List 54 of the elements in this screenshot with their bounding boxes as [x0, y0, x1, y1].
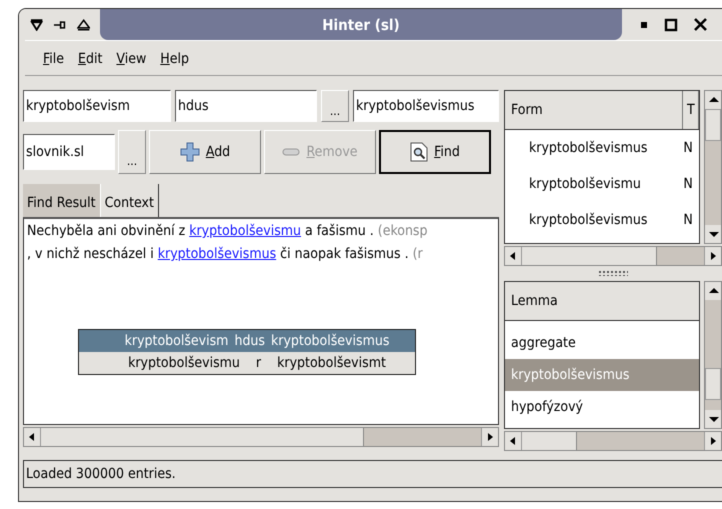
- table-cell-text: N: [682, 140, 694, 156]
- completion-word: kryptobolševismt: [277, 355, 386, 371]
- context-line: Nechyběla ani obvinění z kryptobolševismu a fašismu . (ekonsp: [26, 222, 428, 241]
- browse-button[interactable]: ...: [321, 90, 349, 122]
- column-header[interactable]: Form: [505, 91, 683, 129]
- add-button[interactable]: Add: [149, 130, 261, 174]
- completion-item[interactable]: kryptobolševism hdus kryptobolševismus: [79, 330, 415, 352]
- find-button[interactable]: Find: [379, 130, 491, 174]
- menu-icon[interactable]: [30, 18, 44, 30]
- shade-icon[interactable]: [76, 18, 90, 30]
- column-header[interactable]: Lemma: [505, 282, 699, 320]
- tag-field[interactable]: hdus: [175, 90, 317, 122]
- menu-item[interactable]: Edit: [78, 51, 102, 67]
- completion-item[interactable]: kryptobolševismu r kryptobolševismt: [79, 352, 415, 374]
- tab[interactable]: Context: [100, 184, 159, 217]
- menu-item[interactable]: View: [116, 51, 146, 67]
- lemma-item[interactable]: hypofýzový: [505, 391, 699, 423]
- word-link[interactable]: kryptobolševismus: [158, 246, 276, 262]
- completion-word: kryptobolševismu: [128, 355, 240, 371]
- completion-word: kryptobolševismus: [270, 333, 390, 349]
- word-field[interactable]: kryptobolševism: [23, 90, 171, 122]
- pane-grip[interactable]: [598, 270, 628, 276]
- table-cell-text: kryptobolševismus: [528, 212, 648, 228]
- browse-button[interactable]: ...: [118, 130, 146, 174]
- column-header[interactable]: T: [683, 91, 699, 129]
- table-cell-text: N: [682, 212, 694, 228]
- search-icon: [410, 142, 428, 162]
- completion-word: r: [256, 355, 262, 371]
- horizontal-scrollbar[interactable]: [504, 431, 722, 451]
- horizontal-scrollbar[interactable]: [23, 427, 499, 447]
- plus-icon: [180, 142, 200, 162]
- tab[interactable]: Find Result: [23, 184, 100, 217]
- close-icon[interactable]: [694, 18, 707, 31]
- horizontal-scrollbar[interactable]: [504, 246, 722, 266]
- menu-item[interactable]: Help: [160, 51, 190, 67]
- menu-item[interactable]: File: [43, 51, 64, 67]
- context-line: , v nichž nescházel i kryptobolševismus či naopak fašismus . (r: [26, 245, 424, 264]
- completion-word: hdus: [234, 333, 265, 349]
- lemma-field[interactable]: kryptobolševismus: [353, 90, 499, 122]
- pin-icon[interactable]: [53, 18, 67, 30]
- completion-word: kryptobolševism: [124, 333, 228, 349]
- minimize-icon[interactable]: [640, 20, 648, 28]
- minus-icon: [282, 148, 300, 156]
- vertical-scrollbar[interactable]: [704, 281, 722, 429]
- word-link[interactable]: kryptobolševismu: [189, 223, 302, 239]
- lemma-item[interactable]: aggregate: [505, 327, 699, 359]
- table-cell-text: kryptobolševismu: [528, 176, 642, 192]
- table-cell-text: N: [682, 176, 694, 192]
- status-bar: Loaded 300000 entries.: [23, 460, 722, 488]
- table-cell-text: kryptobolševismus: [528, 140, 648, 156]
- window-title: Hinter (sl): [100, 9, 622, 40]
- vertical-scrollbar[interactable]: [704, 90, 722, 244]
- maximize-icon[interactable]: [664, 18, 678, 32]
- dictionary-field[interactable]: slovnik.sl: [23, 134, 115, 170]
